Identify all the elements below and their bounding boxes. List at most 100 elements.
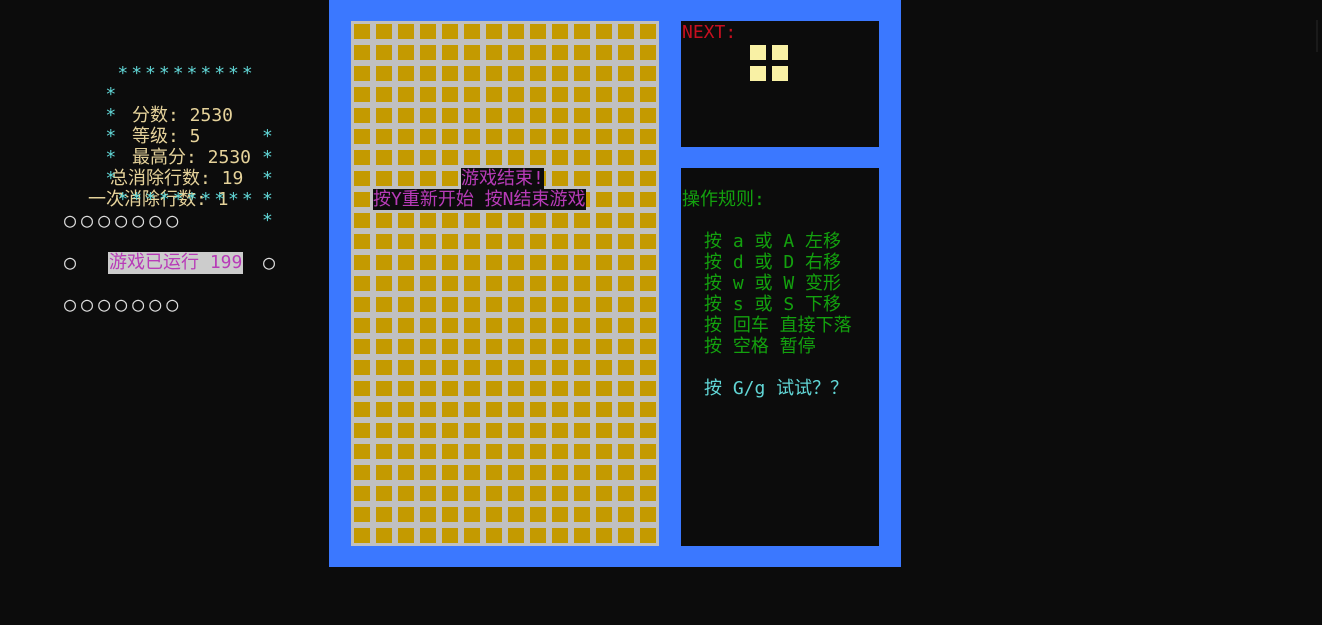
board-block xyxy=(398,213,414,228)
high-score-row: * 最高分: 2530 * xyxy=(62,105,277,189)
rules-panel xyxy=(681,168,879,546)
board-block xyxy=(354,66,370,81)
board-block xyxy=(464,360,480,375)
board-block xyxy=(420,171,436,186)
board-block xyxy=(508,87,524,102)
board-block xyxy=(618,423,634,438)
board-block xyxy=(640,150,656,165)
board-block xyxy=(420,381,436,396)
board-block xyxy=(618,339,634,354)
board-block xyxy=(376,108,392,123)
board-block xyxy=(420,297,436,312)
board-block xyxy=(574,423,590,438)
board-block xyxy=(574,486,590,501)
board-block xyxy=(618,444,634,459)
board-block xyxy=(486,528,502,543)
board-block xyxy=(640,276,656,291)
next-label: NEXT: xyxy=(682,22,737,43)
board-block xyxy=(398,66,414,81)
board-block xyxy=(552,276,568,291)
board-block xyxy=(442,45,458,60)
board-block xyxy=(618,234,634,249)
board-block xyxy=(640,486,656,501)
board-block xyxy=(530,234,546,249)
board-block xyxy=(464,66,480,81)
board-block xyxy=(574,150,590,165)
board-block xyxy=(574,465,590,480)
board-block xyxy=(398,528,414,543)
board-block xyxy=(464,381,480,396)
board-block xyxy=(354,402,370,417)
board-block xyxy=(420,129,436,144)
board-block xyxy=(376,402,392,417)
board-block xyxy=(530,486,546,501)
board-block xyxy=(508,255,524,270)
board-block xyxy=(354,45,370,60)
board-block xyxy=(640,213,656,228)
board-block xyxy=(398,339,414,354)
total-lines-row: * 总消除行数: 19 * xyxy=(62,126,277,210)
board-block xyxy=(508,297,524,312)
board-block xyxy=(618,171,634,186)
board-block xyxy=(420,528,436,543)
board-block xyxy=(464,339,480,354)
board-block xyxy=(486,234,502,249)
board-block xyxy=(530,150,546,165)
next-piece-block xyxy=(750,45,766,60)
board-block xyxy=(530,423,546,438)
board-block xyxy=(376,486,392,501)
board-block xyxy=(376,150,392,165)
board-block xyxy=(420,45,436,60)
board-block xyxy=(574,66,590,81)
board-block xyxy=(420,66,436,81)
board-block xyxy=(618,24,634,39)
board-block xyxy=(596,507,612,522)
board-block xyxy=(508,528,524,543)
board-block xyxy=(618,318,634,333)
board-block xyxy=(508,24,524,39)
board-block xyxy=(640,108,656,123)
board-block xyxy=(486,444,502,459)
board-block xyxy=(398,318,414,333)
board-block xyxy=(530,108,546,123)
board-block xyxy=(398,381,414,396)
board-block xyxy=(618,87,634,102)
board-block xyxy=(420,150,436,165)
board-block xyxy=(552,423,568,438)
board-block xyxy=(508,108,524,123)
board-block xyxy=(640,66,656,81)
board-block xyxy=(640,465,656,480)
board-block xyxy=(442,276,458,291)
board-block xyxy=(398,24,414,39)
board-block xyxy=(486,507,502,522)
board-block xyxy=(618,507,634,522)
circle-right: ○ xyxy=(263,250,281,274)
board-block xyxy=(552,87,568,102)
board-block xyxy=(398,45,414,60)
board-block xyxy=(420,444,436,459)
board-block xyxy=(442,129,458,144)
board-block xyxy=(486,465,502,480)
board-block xyxy=(398,402,414,417)
board-block xyxy=(552,234,568,249)
board-block xyxy=(508,339,524,354)
board-block xyxy=(420,360,436,375)
board-block xyxy=(618,108,634,123)
board-block xyxy=(596,24,612,39)
circle-left: ○ xyxy=(64,250,82,274)
board-block xyxy=(574,402,590,417)
board-block xyxy=(420,486,436,501)
board-block xyxy=(508,276,524,291)
board-block xyxy=(640,528,656,543)
board-block xyxy=(508,150,524,165)
board-block xyxy=(640,234,656,249)
board-block xyxy=(442,234,458,249)
board-block xyxy=(618,255,634,270)
board-block xyxy=(530,402,546,417)
board-block xyxy=(354,444,370,459)
board-block xyxy=(442,150,458,165)
board-block xyxy=(486,402,502,417)
board-block xyxy=(398,108,414,123)
board-block xyxy=(420,507,436,522)
board-block xyxy=(596,381,612,396)
